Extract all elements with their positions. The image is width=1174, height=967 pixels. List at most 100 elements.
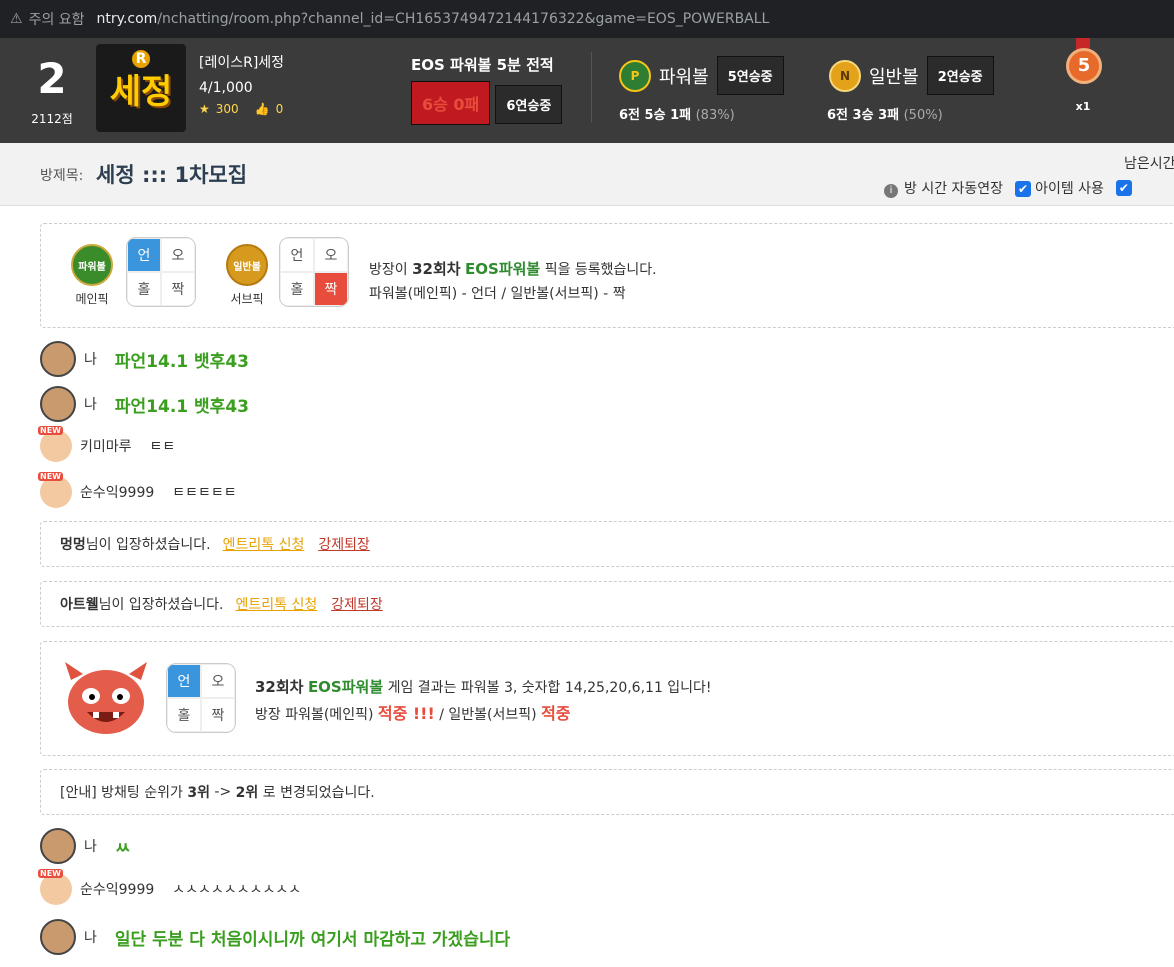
- powerball-stats: 6전 5승 1패 (83%): [619, 104, 735, 123]
- result-message: 32회차 EOS파워볼 게임 결과는 파워볼 3, 숫자합 14,25,20,6…: [255, 674, 712, 728]
- pick-message: 방장이 32회차 EOS파워볼 픽을 등록했습니다. 파워볼(메인픽) - 언더…: [369, 257, 657, 306]
- message-text: 파언14.1 뱃후43: [114, 351, 249, 372]
- powerball-streak: 5연승중: [716, 56, 784, 95]
- message-author[interactable]: 키미마루: [80, 436, 132, 456]
- message-text: 일단 두분 다 처음이시니까 여기서 마감하고 가겠습니다: [114, 929, 511, 950]
- pick-cell-even: 짝: [314, 272, 348, 306]
- system-message: 아트웰 님이 입장하셨습니다. 엔트리톡 신청 강제퇴장: [40, 581, 1174, 627]
- message-text: ㅌㅌ: [149, 439, 176, 455]
- chat-message: 나 ㅆ: [40, 828, 131, 864]
- item-use-label: 아이템 사용: [1035, 181, 1104, 197]
- avatar[interactable]: [38, 472, 72, 508]
- avatar[interactable]: [40, 386, 76, 422]
- kick-link[interactable]: 강제퇴장: [318, 534, 370, 554]
- eos-title: EOS 파워볼 5분 전적: [411, 56, 554, 74]
- warning-text: 주의 요함: [28, 12, 85, 28]
- normalball-ball-icon: 일반볼: [226, 244, 268, 286]
- result-grid: 언 오 홀 짝: [166, 663, 236, 733]
- pick-cell-even: 짝: [161, 272, 195, 306]
- item-use-option[interactable]: ✔ 아이템 사용: [1015, 178, 1104, 198]
- pick-msg-game: EOS파워볼: [465, 260, 541, 278]
- message-author[interactable]: 순수익9999: [80, 482, 154, 502]
- pick-cell-under: 언: [167, 664, 201, 698]
- extra-checkbox[interactable]: ✔: [1115, 180, 1136, 196]
- room-name: [레이스R]세정: [199, 55, 285, 71]
- result-text: 게임 결과는 파워볼 3, 숫자합 14,25,20,6,11 입니다!: [387, 680, 712, 696]
- pick-msg-prefix: 방장이: [369, 262, 408, 278]
- avatar[interactable]: [40, 828, 76, 864]
- avatar[interactable]: [40, 919, 76, 955]
- rank-block: 2 2112점: [22, 48, 82, 127]
- notice-from-rank: 3위: [187, 785, 210, 801]
- chat-message: 나 파언14.1 뱃후43: [40, 341, 249, 377]
- url-host: ntry.com: [96, 11, 158, 27]
- result-round: 32회차: [255, 678, 304, 696]
- avatar[interactable]: [38, 869, 72, 905]
- rank-points: 2112점: [31, 112, 73, 126]
- normalball-icon: N: [829, 59, 861, 92]
- entry-talk-link[interactable]: 엔트리톡 신청: [223, 534, 305, 554]
- sub-pick-label: 서브픽: [230, 292, 264, 306]
- normalball-stats-text: 6전 3승 3패: [827, 108, 900, 123]
- result-sub-pick: / 일반볼(서브픽): [439, 707, 537, 723]
- notice-to-rank: 2위: [235, 785, 259, 801]
- message-text: 파언14.1 뱃후43: [114, 396, 249, 417]
- notice-suffix: 로 변경되었습니다.: [262, 785, 375, 801]
- system-user-name: 아트웰: [60, 597, 99, 613]
- pick-msg-detail: 파워볼(메인픽) - 언더 / 일반볼(서브픽) - 짝: [369, 286, 626, 302]
- message-author[interactable]: 나: [84, 836, 97, 856]
- info-icon: i: [884, 184, 898, 198]
- message-author[interactable]: 나: [84, 927, 97, 947]
- message-text: ㅌㅌㅌㅌㅌ: [172, 485, 237, 501]
- checkbox-checked-icon[interactable]: ✔: [1115, 180, 1132, 196]
- avatar[interactable]: [38, 426, 72, 462]
- system-message: 멍멍 님이 입장하셨습니다. 엔트리톡 신청 강제퇴장: [40, 521, 1174, 567]
- pick-cell-under: 언: [127, 238, 161, 272]
- medal-icon: 5: [1066, 48, 1102, 84]
- star-count: 300: [215, 102, 239, 116]
- chat-message: 순수익9999 ㅅㅅㅅㅅㅅㅅㅅㅅㅅㅅ: [38, 869, 302, 905]
- powerball-icon: P: [619, 59, 651, 92]
- system-text: 님이 입장하셨습니다.: [98, 597, 224, 613]
- room-logo: R 세정: [96, 44, 186, 132]
- eos-streak: 6연승중: [495, 85, 563, 124]
- powerball-pct: (83%): [695, 108, 735, 123]
- checkbox-checked-icon[interactable]: ✔: [1015, 181, 1032, 197]
- avatar[interactable]: [40, 341, 76, 377]
- pick-cell-odd: 홀: [280, 272, 314, 306]
- rank-number: 2: [37, 54, 67, 103]
- entry-talk-link[interactable]: 엔트리톡 신청: [235, 594, 317, 614]
- logo-badge: R: [132, 50, 150, 68]
- result-game: EOS파워볼: [307, 678, 384, 696]
- powerball-label: 파워볼: [659, 66, 709, 88]
- pick-cell-even: 짝: [201, 698, 235, 732]
- room-header: 2 2112점 R 세정 [레이스R]세정 4/1,000 ★ 300 👍 0 …: [0, 38, 1174, 143]
- message-text: ㅅㅅㅅㅅㅅㅅㅅㅅㅅㅅ: [172, 882, 302, 898]
- browser-url-bar[interactable]: ⚠ 주의 요함 ntry.com/nchatting/room.php?chan…: [0, 0, 1174, 38]
- pick-cell-over: 오: [161, 238, 195, 272]
- sub-pick: 일반볼 서브픽: [226, 244, 268, 307]
- pick-cell-over: 오: [201, 664, 235, 698]
- medal-badge: 5 x1: [1066, 38, 1102, 113]
- chat-message: 나 파언14.1 뱃후43: [40, 386, 249, 422]
- normalball-label: 일반볼: [869, 66, 919, 88]
- message-author[interactable]: 나: [84, 349, 97, 369]
- security-warning[interactable]: ⚠ 주의 요함: [10, 9, 85, 29]
- auto-extend-label: 방 시간 자동연장: [904, 181, 1004, 197]
- main-pick-grid: 언 오 홀 짝: [126, 237, 196, 307]
- main-pick-label: 메인픽: [75, 292, 109, 306]
- eos-record: EOS 파워볼 5분 전적 6승 0패 6연승중: [411, 54, 563, 125]
- normalball-pct: (50%): [903, 108, 943, 123]
- result-card: 언 오 홀 짝 32회차 EOS파워볼 게임 결과는 파워볼 3, 숫자합 14…: [40, 641, 1174, 756]
- message-author[interactable]: 나: [84, 394, 97, 414]
- pick-cell-odd: 홀: [127, 272, 161, 306]
- logo-text: 세정: [109, 71, 173, 112]
- system-user-name: 멍멍: [60, 537, 86, 553]
- room-title-label: 방제목:: [40, 168, 84, 184]
- kick-link[interactable]: 강제퇴장: [331, 594, 383, 614]
- auto-extend-option[interactable]: i 방 시간 자동연장: [884, 178, 1003, 198]
- result-hit-sub: 적중: [541, 704, 571, 723]
- normalball-streak: 2연승중: [926, 56, 994, 95]
- message-author[interactable]: 순수익9999: [80, 879, 154, 899]
- divider: [591, 52, 592, 122]
